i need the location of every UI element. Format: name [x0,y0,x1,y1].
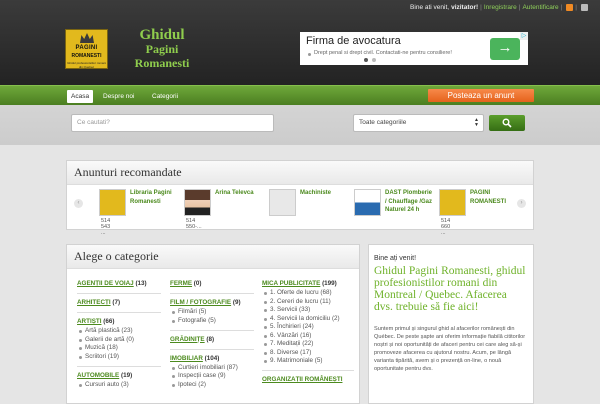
category-column: FERME (0) FILM / FOTOGRAFIE (9) Filmări … [170,280,254,389]
separator: | [480,4,482,11]
site-name[interactable]: Ghidul Pagini Romanesti [122,27,202,71]
site-name-line: Ghidul [139,27,185,43]
listing-name: Machiniste [300,190,332,196]
logo-text: ROMANESTI [71,53,102,59]
subcategory-link[interactable]: Fotografie (5) [170,317,254,325]
ad-title: Firma de avocatura [306,35,401,47]
subcategory-link[interactable]: Inspecții case (9) [170,372,254,380]
categories-panel: Alege o categorie AGENȚII DE VOIAJ (13) … [66,244,360,404]
site-name-line: Pagini [145,42,179,56]
listing-thumbnail [439,189,466,216]
listing-name: Arina Televca [215,190,254,196]
subcategory-link[interactable]: Filmări (5) [170,308,254,316]
subcategory-link[interactable]: 2. Cereri de lucru (11) [262,298,354,306]
listing-name: Libraria Pagini Romanesti [130,190,172,205]
category-link[interactable]: GRĂDINIȚE (8) [170,336,254,344]
category-link[interactable]: ARTIȘTI (66) [77,318,161,326]
welcome-greeting: Bine ați venit! [374,255,417,262]
welcome-body: Suntem primul și singurul ghid al afacer… [374,326,526,372]
subcategory-link[interactable]: 1. Oferte de lucru (68) [262,289,354,297]
ad-choices-icon[interactable]: ▷ [520,32,528,40]
featured-title: Anunturi recomandate [67,161,533,185]
ad-arrow-button[interactable]: → [490,38,520,60]
advertisement-banner[interactable]: Firma de avocatura Drept penal si drept … [300,32,528,65]
category-link[interactable]: FERME (0) [170,280,254,288]
search-icon [502,118,512,128]
subcategory-link[interactable]: Muzică (18) [77,344,161,352]
logo-tagline: Ghidul profesionistilor romani din Quebe… [67,61,106,69]
separator: | [518,4,521,11]
subcategory-link[interactable]: 9. Matrimoniale (5) [262,357,354,365]
categories-title: Alege o categorie [67,245,359,269]
category-link[interactable]: ARHITECȚI (7) [77,299,161,307]
subcategory-link[interactable]: Scriitori (19) [77,353,161,361]
logo-text: PAGINI [75,45,98,51]
category-column: AGENȚII DE VOIAJ (13) ARHITECȚI (7) ARTI… [77,280,161,389]
site-header: Bine ati venit, vizitator! | Inregistrar… [0,0,600,85]
search-input[interactable]: Ce cautati? [71,114,274,132]
subcategory-link[interactable]: Artă plastică (23) [77,327,161,335]
subcategory-link[interactable]: 4. Servicii la domiciliu (2) [262,315,354,323]
subcategory-link[interactable]: 5. Închirieri (24) [262,323,354,331]
subcategory-link[interactable]: 8. Diverse (17) [262,349,354,357]
subcategory-link[interactable]: Cursuri auto (3) [77,381,161,389]
category-link[interactable]: AUTOMOBILE (19) [77,372,161,380]
nav-categories[interactable]: Categorii [148,90,182,103]
welcome-headline: Ghidul Pagini Romanesti, ghidul profesio… [374,265,526,313]
rss-icon[interactable] [566,4,574,11]
select-arrows-icon: ▲ ▼ [474,117,479,128]
top-links: Bine ati venit, vizitator! | Inregistrar… [410,4,588,11]
crest-icon [80,33,94,43]
register-link[interactable]: Inregistrare [484,4,517,11]
nav-about[interactable]: Despre noi [99,90,138,103]
listing-phone: 514 550-... [186,218,202,230]
post-ad-button[interactable]: Posteaza un anunt [428,89,534,102]
carousel-prev-button[interactable]: ‹ [74,199,83,208]
greeting-text: Bine ati venit, [410,4,450,11]
site-name-line: Romanesti [134,56,190,70]
category-link[interactable]: ORGANIZAȚII ROMÂNEȘTI [262,376,354,384]
subcategory-link[interactable]: Curtieri imobiliari (87) [170,364,254,372]
separator: | [575,4,577,11]
search-button[interactable] [489,115,525,131]
subcategory-link[interactable]: Galerii de artă (0) [77,336,161,344]
twitter-icon[interactable] [581,4,588,11]
ad-subtitle: Drept penal si drept civil. Contactati-n… [306,50,452,56]
ad-pagination[interactable] [364,58,376,62]
separator: | [560,4,563,11]
listing-name: DAST Plomberie / Chauffage /Gaz Naturel … [385,190,433,213]
login-link[interactable]: Autentificare [522,4,558,11]
listing-thumbnail [99,189,126,216]
category-link[interactable]: MICA PUBLICITATE (199) [262,280,354,288]
category-link[interactable]: AGENȚII DE VOIAJ (13) [77,280,161,288]
listing-phone: 514 543 ... [101,218,111,236]
listing-phone: 514 660 ... [441,218,451,236]
nav-home[interactable]: Acasa [67,90,94,103]
subcategory-link[interactable]: 7. Meditații (22) [262,340,354,348]
user-name: vizitator! [451,4,479,11]
listing-name: PAGINI ROMANESTI [470,190,506,205]
category-column: MICA PUBLICITATE (199) 1. Oferte de lucr… [262,280,354,385]
subcategory-link[interactable]: Ipoteci (2) [170,381,254,389]
category-link[interactable]: IMOBILIAR (104) [170,355,254,363]
category-select[interactable]: Toate categoriile ▲ ▼ [353,114,484,132]
subcategory-link[interactable]: 6. Vânzări (16) [262,332,354,340]
subcategory-link[interactable]: 3. Servicii (33) [262,306,354,314]
category-select-value: Toate categoriile [359,119,407,126]
category-link[interactable]: FILM / FOTOGRAFIE (9) [170,299,254,307]
listing-thumbnail [354,189,381,216]
welcome-panel: Bine ați venit! Ghidul Pagini Romanesti,… [368,244,534,404]
placeholder-image-icon [269,189,296,216]
site-logo[interactable]: PAGINI ROMANESTI Ghidul profesionistilor… [65,29,108,69]
listing-thumbnail [184,189,211,216]
featured-listings: Anunturi recomandate ‹ › Libraria Pagini… [66,160,534,236]
